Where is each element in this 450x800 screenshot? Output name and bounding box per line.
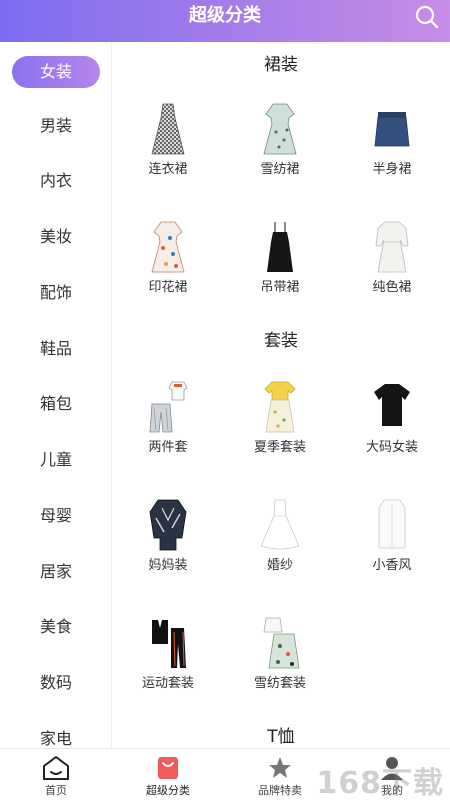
section-title-sets: 套装: [264, 331, 298, 351]
sidebar-item-underwear[interactable]: 内衣: [12, 165, 100, 197]
page-title: 超级分类: [189, 5, 261, 26]
denim-skirt-icon: [374, 112, 410, 147]
product-tile[interactable]: 婚纱: [224, 498, 336, 598]
sidebar-item-shoes[interactable]: 鞋品: [12, 333, 100, 365]
sidebar-item-women[interactable]: 女装: [12, 56, 100, 88]
sidebar-item-kids[interactable]: 儿童: [12, 444, 100, 476]
product-label: 妈妈装: [148, 558, 188, 573]
product-tile[interactable]: 连衣裙: [112, 102, 224, 202]
sidebar-item-accessories[interactable]: 配饰: [12, 277, 100, 309]
sidebar-item-digital[interactable]: 数码: [12, 667, 100, 699]
product-label: 大码女装: [365, 440, 418, 455]
product-label: 两件套: [148, 440, 188, 455]
section-title-dresses: 裙装: [264, 55, 298, 75]
product-tile[interactable]: 雪纺裙: [224, 102, 336, 202]
product-label: 雪纺裙: [260, 162, 300, 177]
product-label: 运动套装: [141, 676, 194, 691]
tab-category[interactable]: 超级分类: [112, 749, 224, 800]
product-tile[interactable]: 纯色裙: [336, 220, 448, 320]
product-tile[interactable]: 吊带裙: [224, 220, 336, 320]
sidebar-item-appliances[interactable]: 家电: [12, 723, 100, 748]
product-tile[interactable]: 印花裙: [112, 220, 224, 320]
product-label: 印花裙: [148, 280, 188, 295]
product-tile[interactable]: 大码女装: [336, 380, 448, 480]
mom-outfit-icon: [149, 499, 187, 551]
slip-dress-icon: [267, 222, 293, 272]
star-icon: [269, 757, 291, 778]
product-label: 半身裙: [372, 162, 412, 177]
category-content: 裙装 连衣裙 雪纺裙 半身裙 印花裙 吊带裙 纯色裙 套装 两件套 夏季套装 大…: [112, 42, 450, 748]
product-tile[interactable]: 两件套: [112, 380, 224, 480]
black-tshirt-icon: [374, 384, 410, 426]
category-sidebar: 女装 男装 内衣 美妆 配饰 鞋品 箱包 儿童 母婴 居家 美食 数码 家电: [0, 42, 112, 748]
product-label: 纯色裙: [372, 280, 412, 295]
gingham-dress-icon: [151, 103, 185, 155]
product-label: 吊带裙: [260, 280, 300, 295]
tab-label: 首页: [45, 784, 67, 797]
home-icon: [43, 756, 69, 780]
section-title-tshirts: T恤: [267, 727, 295, 747]
search-icon[interactable]: [414, 4, 440, 30]
product-tile[interactable]: 雪纺套装: [224, 616, 336, 716]
product-tile[interactable]: 小香风: [336, 498, 448, 598]
wedding-dress-icon: [260, 499, 300, 550]
two-piece-set-icon: [149, 381, 188, 433]
sport-set-icon: [152, 620, 186, 668]
white-coat-icon: [378, 499, 406, 549]
sidebar-item-food[interactable]: 美食: [12, 611, 100, 643]
watermark-logo: 168下载: [316, 766, 444, 800]
sidebar-item-makeup[interactable]: 美妆: [12, 221, 100, 253]
print-dress-icon: [151, 221, 185, 273]
tab-home[interactable]: 首页: [0, 749, 112, 800]
product-label: 雪纺套装: [253, 676, 306, 691]
summer-set-icon: [264, 381, 296, 433]
sidebar-item-bags[interactable]: 箱包: [12, 388, 100, 420]
chiffon-set-icon: [263, 617, 300, 669]
product-label: 夏季套装: [253, 440, 306, 455]
sidebar-item-home[interactable]: 居家: [12, 556, 100, 588]
product-tile[interactable]: 夏季套装: [224, 380, 336, 480]
product-label: 婚纱: [266, 558, 293, 573]
product-tile[interactable]: 妈妈装: [112, 498, 224, 598]
product-tile[interactable]: 运动套装: [112, 616, 224, 716]
white-dress-icon: [375, 221, 409, 273]
sidebar-item-baby[interactable]: 母婴: [12, 500, 100, 532]
header-bar: 超级分类: [0, 0, 450, 42]
product-label: 小香风: [372, 558, 412, 573]
shopping-bag-icon: [158, 757, 178, 779]
floral-dress-icon: [263, 103, 297, 155]
tab-label: 超级分类: [146, 784, 190, 797]
sidebar-item-men[interactable]: 男装: [12, 110, 100, 142]
product-tile[interactable]: 半身裙: [336, 102, 448, 202]
product-label: 连衣裙: [148, 162, 188, 177]
